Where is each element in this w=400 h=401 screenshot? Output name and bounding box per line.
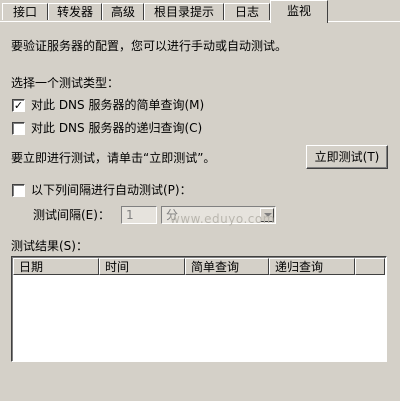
results-list[interactable]: 日期 时间 简单查询 递归查询: [11, 256, 387, 362]
intro-text: 要验证服务器的配置，您可以进行手动或自动测试。: [11, 39, 288, 53]
tab-label: 高级: [110, 5, 135, 19]
interval-value-input[interactable]: 1: [121, 206, 157, 224]
tab-forwarders[interactable]: 转发器: [48, 3, 102, 20]
tab-label: 转发器: [56, 5, 93, 19]
tab-label: 接口: [12, 5, 37, 19]
results-label: 测试结果(S)：: [11, 239, 88, 253]
simple-query-checkbox[interactable]: ✓: [12, 99, 25, 112]
column-header-date[interactable]: 日期: [13, 258, 99, 275]
watermark-text: www.eduyo.com: [170, 212, 275, 226]
tab-interfaces[interactable]: 接口: [2, 3, 48, 20]
column-header-recursive-query[interactable]: 递归查询: [269, 258, 355, 275]
tab-label: 根目录提示: [153, 5, 214, 19]
interval-label: 测试间隔(E)：: [33, 208, 110, 222]
column-header-simple-query[interactable]: 简单查询: [185, 258, 269, 275]
tab-label: 日志: [234, 5, 259, 19]
tab-label: 监视: [286, 4, 311, 18]
auto-test-checkbox[interactable]: [12, 184, 25, 197]
tab-monitoring[interactable]: 监视: [270, 0, 328, 23]
simple-query-label[interactable]: 对此 DNS 服务器的简单查询(M): [31, 96, 204, 113]
recursive-query-label[interactable]: 对此 DNS 服务器的递归查询(C): [31, 119, 202, 136]
tab-strip: 接口 转发器 高级 根目录提示 日志 监视: [0, 0, 400, 23]
column-header-time[interactable]: 时间: [99, 258, 185, 275]
tab-advanced[interactable]: 高级: [102, 3, 144, 20]
test-now-button[interactable]: 立即测试(T): [306, 145, 388, 169]
checkmark-icon: ✓: [13, 99, 24, 112]
column-header-filler: [355, 258, 385, 275]
tab-logging[interactable]: 日志: [224, 3, 270, 20]
auto-test-label[interactable]: 以下列间隔进行自动测试(P)：: [31, 181, 192, 198]
test-type-label: 选择一个测试类型：: [11, 76, 120, 90]
results-header: 日期 时间 简单查询 递归查询: [13, 258, 385, 275]
tab-root-hints[interactable]: 根目录提示: [144, 3, 224, 20]
immediate-test-hint: 要立即进行测试，请单击“立即测试”。: [11, 151, 216, 165]
recursive-query-checkbox[interactable]: [12, 122, 25, 135]
